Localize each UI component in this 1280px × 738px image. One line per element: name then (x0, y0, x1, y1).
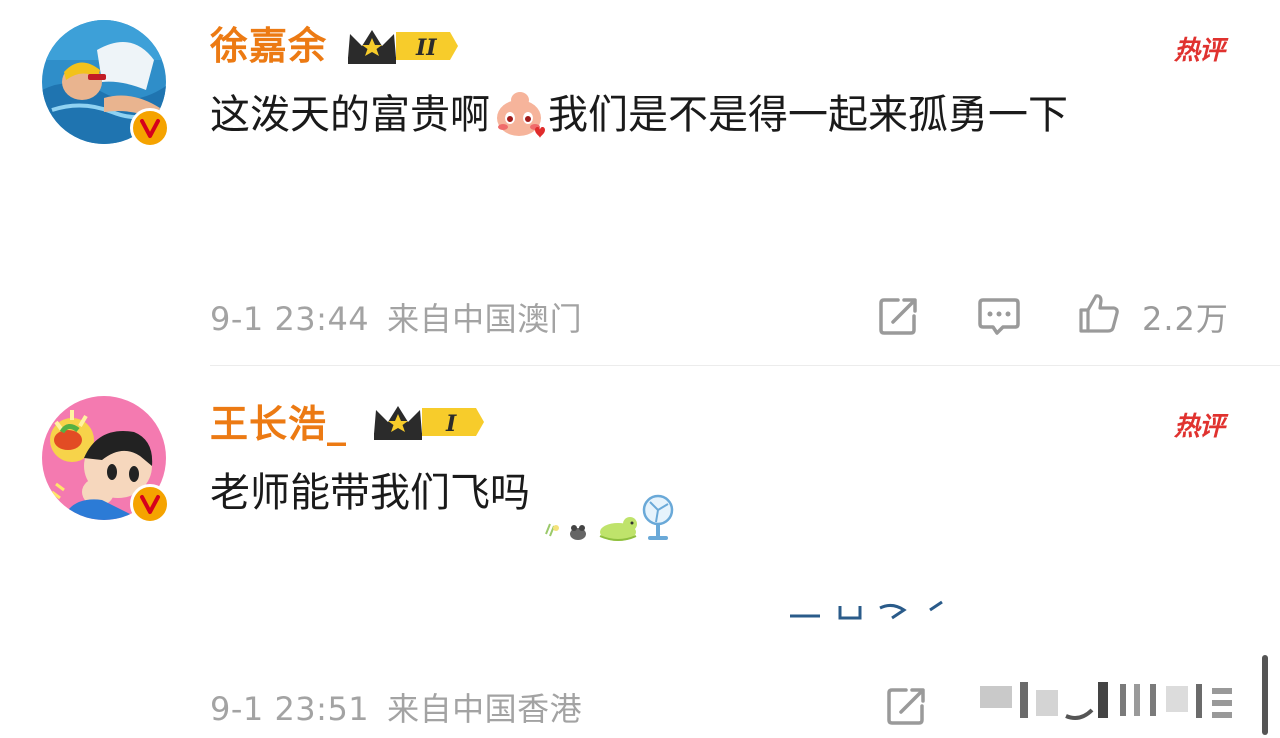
comment-text-part: 我们是不是得一起来孤勇一下 (548, 92, 1068, 138)
sticker-group-icon (540, 494, 680, 544)
like-icon[interactable] (1077, 291, 1121, 335)
comment-text: 这泼天的富贵啊 我们是不是得一起来孤勇一下 (210, 90, 1068, 140)
location: 来自中国澳门 (387, 300, 583, 338)
comment-text: 老师能带我们飞吗 (210, 470, 530, 516)
crown-icon: I (372, 402, 486, 446)
username[interactable]: 徐嘉余 (210, 24, 327, 68)
comment-text-part: 这泼天的富贵啊 (210, 92, 490, 138)
username[interactable]: 王长浩_ (210, 402, 347, 446)
comment-meta: 9-1 23:51 来自中国香港 (210, 684, 582, 730)
scrollbar[interactable] (1262, 655, 1268, 735)
watermark-logo (980, 676, 1262, 724)
share-icon[interactable] (884, 684, 928, 728)
reply-icon[interactable] (977, 294, 1021, 338)
timestamp: 9-1 23:44 (210, 300, 370, 338)
verified-icon (130, 108, 170, 148)
level-badge: II (415, 35, 437, 61)
comment-item: 徐嘉余 II 热评 这泼天的富贵啊 我们是不是得一起来孤勇一下 9-1 23:4… (0, 0, 1280, 366)
location: 来自中国香港 (387, 690, 583, 728)
like-count: 2.2万 (1142, 300, 1229, 338)
blush-face-emoji-icon (490, 90, 548, 140)
hot-comment-badge: 热评 (1173, 412, 1225, 442)
timestamp: 9-1 23:51 (210, 690, 370, 728)
level-badge: I (445, 411, 457, 437)
crown-icon: II (346, 26, 460, 70)
share-icon[interactable] (876, 294, 920, 338)
comment-meta: 9-1 23:44 来自中国澳门 (210, 294, 582, 340)
hot-comment-badge: 热评 (1173, 36, 1225, 66)
scribble-mark (780, 598, 950, 622)
comment-feed: 徐嘉余 II 热评 这泼天的富贵啊 我们是不是得一起来孤勇一下 9-1 23:4… (0, 0, 1280, 738)
verified-icon (130, 484, 170, 524)
